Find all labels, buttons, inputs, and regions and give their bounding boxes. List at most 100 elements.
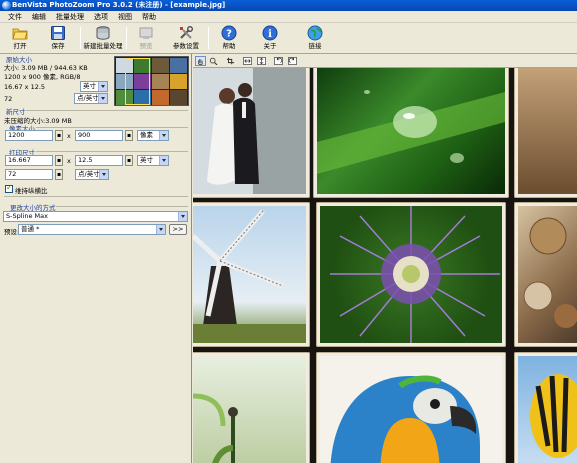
info-icon: i	[262, 25, 278, 41]
photo-windmill	[193, 202, 310, 347]
chevron-down-icon	[98, 82, 107, 91]
menu-bar: 文件 编辑 批量处理 选项 视图 帮助	[0, 11, 577, 23]
original-resolution-unit-value: 点/英寸	[77, 94, 99, 102]
height-pixels-input[interactable]: 900	[75, 130, 123, 141]
menu-view[interactable]: 视图	[113, 11, 137, 23]
rotate-left-icon[interactable]	[273, 56, 284, 66]
photo-passion-flower	[316, 202, 506, 347]
original-resolution-unit-select[interactable]: 点/英寸	[74, 93, 108, 104]
group-divider	[36, 151, 188, 152]
print-unit-value: 英寸	[140, 156, 153, 164]
batch-stack-icon	[96, 26, 110, 40]
menu-batch[interactable]: 批量处理	[51, 11, 89, 23]
save-button[interactable]: 保存	[38, 24, 78, 53]
original-print-size: 16.67 x 12.5	[4, 83, 46, 91]
settings-panel: 原始大小 大小: 3.09 MB / 944.63 KB 1200 x 900 …	[0, 54, 192, 463]
svg-text:i: i	[268, 29, 272, 40]
height-pixels-stepper[interactable]: ▪	[125, 130, 133, 141]
open-label: 打开	[13, 42, 27, 50]
image-viewer	[193, 54, 577, 463]
help-button[interactable]: ? 帮助	[209, 24, 249, 53]
link-button[interactable]: 链接	[295, 24, 335, 53]
chevron-down-icon	[156, 225, 165, 234]
menu-file[interactable]: 文件	[3, 11, 27, 23]
parrot-image	[330, 375, 480, 463]
print-unit-select[interactable]: 英寸	[137, 155, 169, 166]
fit-height-icon[interactable]	[256, 56, 267, 66]
leaf-drop-image	[317, 90, 505, 174]
width-inches-stepper[interactable]: ▪	[55, 155, 63, 166]
original-dimensions: 1200 x 900 像素, RGB/8	[4, 73, 81, 81]
link-label: 链接	[308, 42, 322, 50]
preset-value: 普通 *	[21, 225, 40, 233]
resize-method-select[interactable]: S-Spline Max	[3, 211, 188, 222]
svg-text:?: ?	[226, 29, 232, 40]
shells-image	[523, 217, 577, 328]
height-inches-input[interactable]: 12.5	[75, 155, 123, 166]
group-divider	[4, 196, 188, 197]
wedding-couple-image	[193, 68, 306, 194]
menu-help[interactable]: 帮助	[137, 11, 161, 23]
hand-tool-icon[interactable]	[195, 56, 206, 66]
save-label: 保存	[51, 42, 65, 50]
about-button[interactable]: i 关于	[250, 24, 290, 53]
thumb-cell	[152, 90, 169, 105]
open-button[interactable]: 打开	[0, 24, 40, 53]
preset-label: 预设:	[4, 228, 20, 236]
width-inches-input[interactable]: 16.667	[5, 155, 53, 166]
width-pixels-stepper[interactable]: ▪	[55, 130, 63, 141]
photo-plant	[193, 352, 310, 463]
viewport-indicator[interactable]	[125, 58, 150, 105]
image-canvas[interactable]	[193, 68, 577, 463]
group-divider	[36, 127, 188, 128]
group-divider	[26, 110, 188, 111]
photo-right-top	[514, 68, 577, 198]
settings-button[interactable]: 参数设置	[166, 24, 206, 53]
window-title: BenVista PhotoZoom Pro 3.0.2 (未注册) - [ex…	[12, 1, 226, 9]
chevron-down-icon	[98, 94, 107, 103]
original-resolution: 72	[4, 95, 13, 103]
zoom-tool-icon[interactable]	[208, 56, 219, 66]
more-options-button[interactable]: >>	[169, 224, 187, 235]
menu-options[interactable]: 选项	[89, 11, 113, 23]
folder-open-icon	[12, 28, 28, 40]
thumbnail-navigator[interactable]	[114, 56, 189, 106]
keep-ratio-checkbox[interactable]	[5, 183, 13, 193]
plant-image	[193, 393, 238, 463]
pixel-unit-select[interactable]: 像素	[137, 130, 169, 141]
original-print-unit-value: 英寸	[83, 82, 96, 90]
resolution-unit-select[interactable]: 点/英寸	[75, 169, 109, 180]
photo-parrot	[316, 352, 506, 463]
thumb-cell	[152, 58, 169, 73]
resolution-stepper[interactable]: ▪	[55, 169, 63, 180]
fit-width-icon[interactable]	[242, 56, 253, 66]
tools-icon	[180, 26, 193, 39]
balloon-image	[530, 374, 577, 458]
preview-button[interactable]: 预览	[126, 24, 166, 53]
crop-icon[interactable]	[225, 56, 236, 66]
chevron-down-icon	[178, 212, 187, 221]
menu-edit[interactable]: 编辑	[27, 11, 51, 23]
toolbar-separator	[80, 27, 81, 49]
thumb-cell	[152, 74, 169, 89]
toolbar: 打开 保存 新建批量处理 预览 参数设置 ? 帮助 i 关于 链接	[0, 23, 577, 54]
photo-wedding	[193, 68, 310, 198]
width-pixels-input[interactable]: 1200	[5, 130, 53, 141]
viewer-toolbar	[193, 54, 577, 68]
new-batch-button[interactable]: 新建批量处理	[82, 24, 124, 53]
chevron-down-icon	[99, 170, 108, 179]
preview-label: 预览	[139, 42, 153, 50]
pixel-unit-value: 像素	[140, 131, 153, 139]
help-label: 帮助	[222, 42, 236, 50]
floppy-disk-icon	[51, 26, 65, 40]
times-sign: x	[67, 132, 71, 140]
window-title-bar: BenVista PhotoZoom Pro 3.0.2 (未注册) - [ex…	[0, 0, 577, 11]
height-inches-stepper[interactable]: ▪	[125, 155, 133, 166]
preset-select[interactable]: 普通 *	[18, 224, 166, 235]
original-print-unit-select[interactable]: 英寸	[80, 81, 108, 92]
about-label: 关于	[263, 42, 277, 50]
rotate-right-icon[interactable]	[287, 56, 298, 66]
preview-icon	[139, 27, 153, 39]
thumb-cell	[170, 58, 187, 73]
resolution-input[interactable]: 72	[5, 169, 53, 180]
